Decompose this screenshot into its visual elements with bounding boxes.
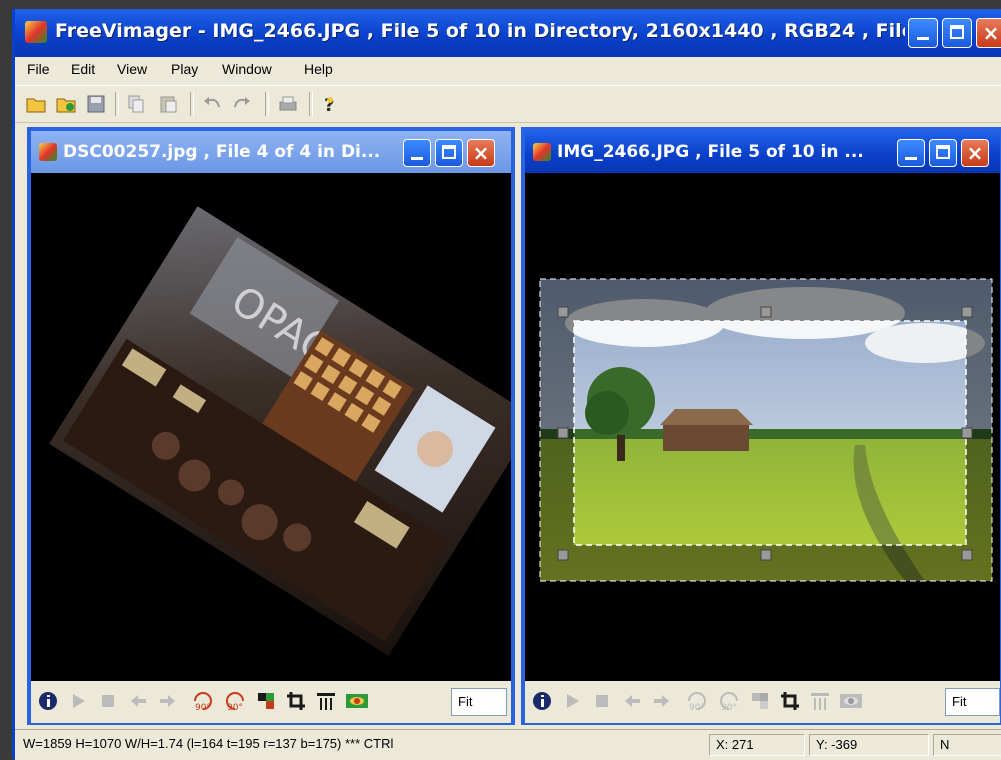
prev-icon[interactable] (621, 690, 643, 712)
help-icon[interactable]: ? (319, 93, 341, 116)
menu-bar: File Edit View Play Window Help (15, 57, 1001, 83)
close-icon: × (966, 141, 984, 165)
status-y-coordinate: Y: -369 (809, 734, 929, 756)
flip-icon[interactable] (749, 690, 771, 712)
play-icon[interactable] (561, 690, 583, 712)
right-close-button[interactable]: × (961, 139, 989, 167)
adjust-icon[interactable] (809, 690, 831, 712)
status-mode: N (933, 734, 1001, 756)
svg-text:90°: 90° (689, 703, 705, 712)
minimize-icon (917, 37, 929, 40)
menu-edit[interactable]: Edit (71, 61, 95, 77)
menu-file[interactable]: File (27, 61, 50, 77)
right-viewer-toolbar: 90° 90° Fit (525, 681, 1000, 723)
red-eye-icon[interactable] (839, 690, 862, 712)
right-window-title: IMG_2466.JPG , File 5 of 10 in ... (557, 142, 864, 162)
app-title: FreeVimager - IMG_2466.JPG , File 5 of 1… (55, 20, 905, 42)
stop-icon[interactable] (591, 690, 613, 712)
crop-icon[interactable] (779, 690, 801, 712)
minimize-icon (905, 157, 917, 160)
stop-icon[interactable] (97, 690, 119, 712)
prev-icon[interactable] (127, 690, 149, 712)
menu-window[interactable]: Window (222, 61, 272, 77)
freevimager-app: FreeVimager - IMG_2466.JPG , File 5 of 1… (12, 9, 1001, 760)
app-maximize-button[interactable] (942, 18, 972, 48)
print-icon[interactable] (277, 93, 299, 115)
left-image-window[interactable]: DSC00257.jpg , File 4 of 4 in Di... × OP… (27, 127, 515, 725)
svg-text:90°: 90° (227, 703, 243, 712)
rice-field-photo-with-crop (539, 278, 993, 582)
left-zoom-select[interactable]: Fit (451, 688, 507, 716)
red-eye-icon[interactable] (345, 690, 368, 712)
undo-icon[interactable] (201, 93, 223, 115)
rotate-right-icon[interactable]: 90° (223, 690, 245, 713)
adjust-icon[interactable] (315, 690, 337, 712)
svg-text:90°: 90° (721, 703, 737, 712)
right-window-title-bar[interactable]: IMG_2466.JPG , File 5 of 10 in ... × (525, 131, 1000, 173)
document-icon (533, 143, 551, 161)
document-icon (39, 143, 57, 161)
left-window-title: DSC00257.jpg , File 4 of 4 in Di... (63, 142, 381, 162)
open-folder-icon[interactable] (55, 93, 77, 115)
info-icon[interactable] (531, 690, 553, 712)
flip-icon[interactable] (255, 690, 277, 712)
status-bar: W=1859 H=1070 W/H=1.74 (l=164 t=195 r=13… (15, 729, 1001, 760)
rotate-right-icon[interactable]: 90° (717, 690, 739, 713)
toolbar-separator (265, 92, 269, 116)
maximize-icon (442, 145, 456, 159)
status-info: W=1859 H=1070 W/H=1.74 (l=164 t=195 r=13… (23, 736, 394, 751)
left-window-title-bar[interactable]: DSC00257.jpg , File 4 of 4 in Di... × (31, 131, 511, 173)
svg-text:90°: 90° (195, 703, 211, 712)
toolbar-separator (309, 92, 313, 116)
right-maximize-button[interactable] (929, 139, 957, 167)
close-icon: × (472, 141, 490, 165)
status-x-coordinate: X: 271 (709, 734, 805, 756)
maximize-icon (950, 25, 964, 39)
redo-icon[interactable] (231, 93, 253, 115)
left-minimize-button[interactable] (403, 139, 431, 167)
crop-icon[interactable] (285, 690, 307, 712)
minimize-icon (411, 157, 423, 160)
main-toolbar: ? (15, 85, 1001, 123)
paste-icon[interactable] (157, 93, 179, 115)
info-icon[interactable] (37, 690, 59, 712)
left-close-button[interactable]: × (467, 139, 495, 167)
next-icon[interactable] (651, 690, 673, 712)
right-image-viewer[interactable] (525, 173, 1000, 681)
rotate-left-icon[interactable]: 90° (685, 690, 707, 713)
left-image-viewer[interactable]: OPAC (31, 173, 511, 681)
left-maximize-button[interactable] (435, 139, 463, 167)
close-icon: × (982, 21, 1000, 45)
menu-view[interactable]: View (117, 61, 147, 77)
copy-icon[interactable] (125, 93, 147, 115)
play-icon[interactable] (67, 690, 89, 712)
rotated-street-photo: OPAC (49, 206, 511, 656)
toolbar-separator (190, 92, 194, 116)
app-title-bar[interactable]: FreeVimager - IMG_2466.JPG , File 5 of 1… (15, 9, 1001, 57)
app-minimize-button[interactable] (908, 18, 938, 48)
menu-help[interactable]: Help (304, 61, 333, 77)
app-close-button[interactable]: × (976, 18, 1001, 48)
toolbar-separator (115, 92, 119, 116)
app-logo-icon (25, 21, 47, 43)
right-image-window[interactable]: IMG_2466.JPG , File 5 of 10 in ... × 90°… (521, 127, 1001, 725)
next-icon[interactable] (157, 690, 179, 712)
save-icon[interactable] (85, 93, 107, 115)
right-zoom-select[interactable]: Fit (945, 688, 1000, 716)
menu-play[interactable]: Play (171, 61, 198, 77)
left-viewer-toolbar: 90° 90° Fit (31, 681, 511, 723)
maximize-icon (936, 145, 950, 159)
rotate-left-icon[interactable]: 90° (191, 690, 213, 713)
right-minimize-button[interactable] (897, 139, 925, 167)
open-icon[interactable] (25, 93, 47, 115)
